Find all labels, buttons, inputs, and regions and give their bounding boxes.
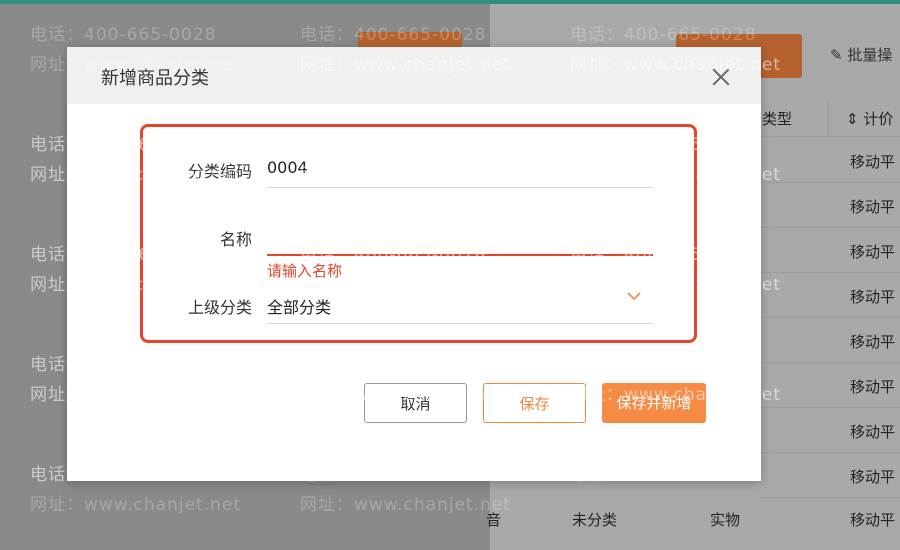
edit-icon: ✎ [830, 46, 843, 64]
parent-select[interactable]: 全部分类 [267, 294, 331, 318]
table-cell: 移动平 [850, 153, 896, 171]
background-table-rows: 移动平 移动平 移动平 移动平 移动平 移动平 移动平 移动平 [760, 138, 900, 498]
parent-underline [267, 323, 653, 324]
table-cell: 移动平 [850, 333, 896, 351]
table-row: 移动平 [760, 318, 900, 363]
column-header-price: ⇕ 计价 [846, 110, 894, 128]
table-cell: 移动平 [850, 468, 896, 486]
name-error-message: 请输入名称 [267, 262, 343, 280]
table-row: 移动平 [760, 453, 900, 498]
column-header-type: 类型 [762, 110, 793, 128]
table-row: 音 未分类 实物 移动平 [480, 505, 900, 535]
table-cell: 移动平 [850, 378, 896, 396]
column-separator [828, 98, 829, 138]
code-label: 分类编码 [187, 162, 252, 181]
code-value: 0004 [267, 158, 308, 177]
cancel-button[interactable]: 取消 [364, 383, 467, 423]
column-header-price-label: 计价 [863, 110, 894, 128]
close-icon[interactable] [710, 66, 732, 88]
chevron-down-icon[interactable] [627, 289, 641, 303]
table-row: 移动平 [760, 228, 900, 273]
save-and-new-button[interactable]: 保存并新增 [602, 383, 706, 423]
dialog-header: 新增商品分类 [67, 47, 761, 104]
table-row: 移动平 [760, 183, 900, 228]
name-label: 名称 [219, 230, 252, 249]
table-row: 移动平 [760, 363, 900, 408]
table-cell: 音 [486, 511, 502, 529]
table-row: 移动平 [760, 273, 900, 318]
name-input[interactable] [267, 215, 656, 251]
batch-operation-label: 批量操 [847, 46, 893, 64]
name-underline [267, 254, 653, 256]
table-cell: 实物 [710, 511, 741, 529]
batch-operation-link: ✎ 批量操 [830, 44, 892, 65]
parent-label: 上级分类 [187, 298, 252, 317]
table-cell: 移动平 [850, 243, 896, 261]
code-underline [267, 187, 653, 188]
table-cell: 移动平 [850, 288, 896, 306]
add-category-dialog: 新增商品分类 分类编码 0004 名称 请输入名称 上级分类 全部分类 取消 保… [67, 47, 761, 481]
table-row: 移动平 [760, 408, 900, 453]
table-cell: 移动平 [850, 511, 896, 529]
table-cell: 移动平 [850, 198, 896, 216]
save-button[interactable]: 保存 [483, 383, 586, 423]
dialog-title: 新增商品分类 [101, 68, 209, 89]
table-cell: 未分类 [572, 511, 618, 529]
table-row: 移动平 [760, 138, 900, 183]
table-cell: 移动平 [850, 423, 896, 441]
